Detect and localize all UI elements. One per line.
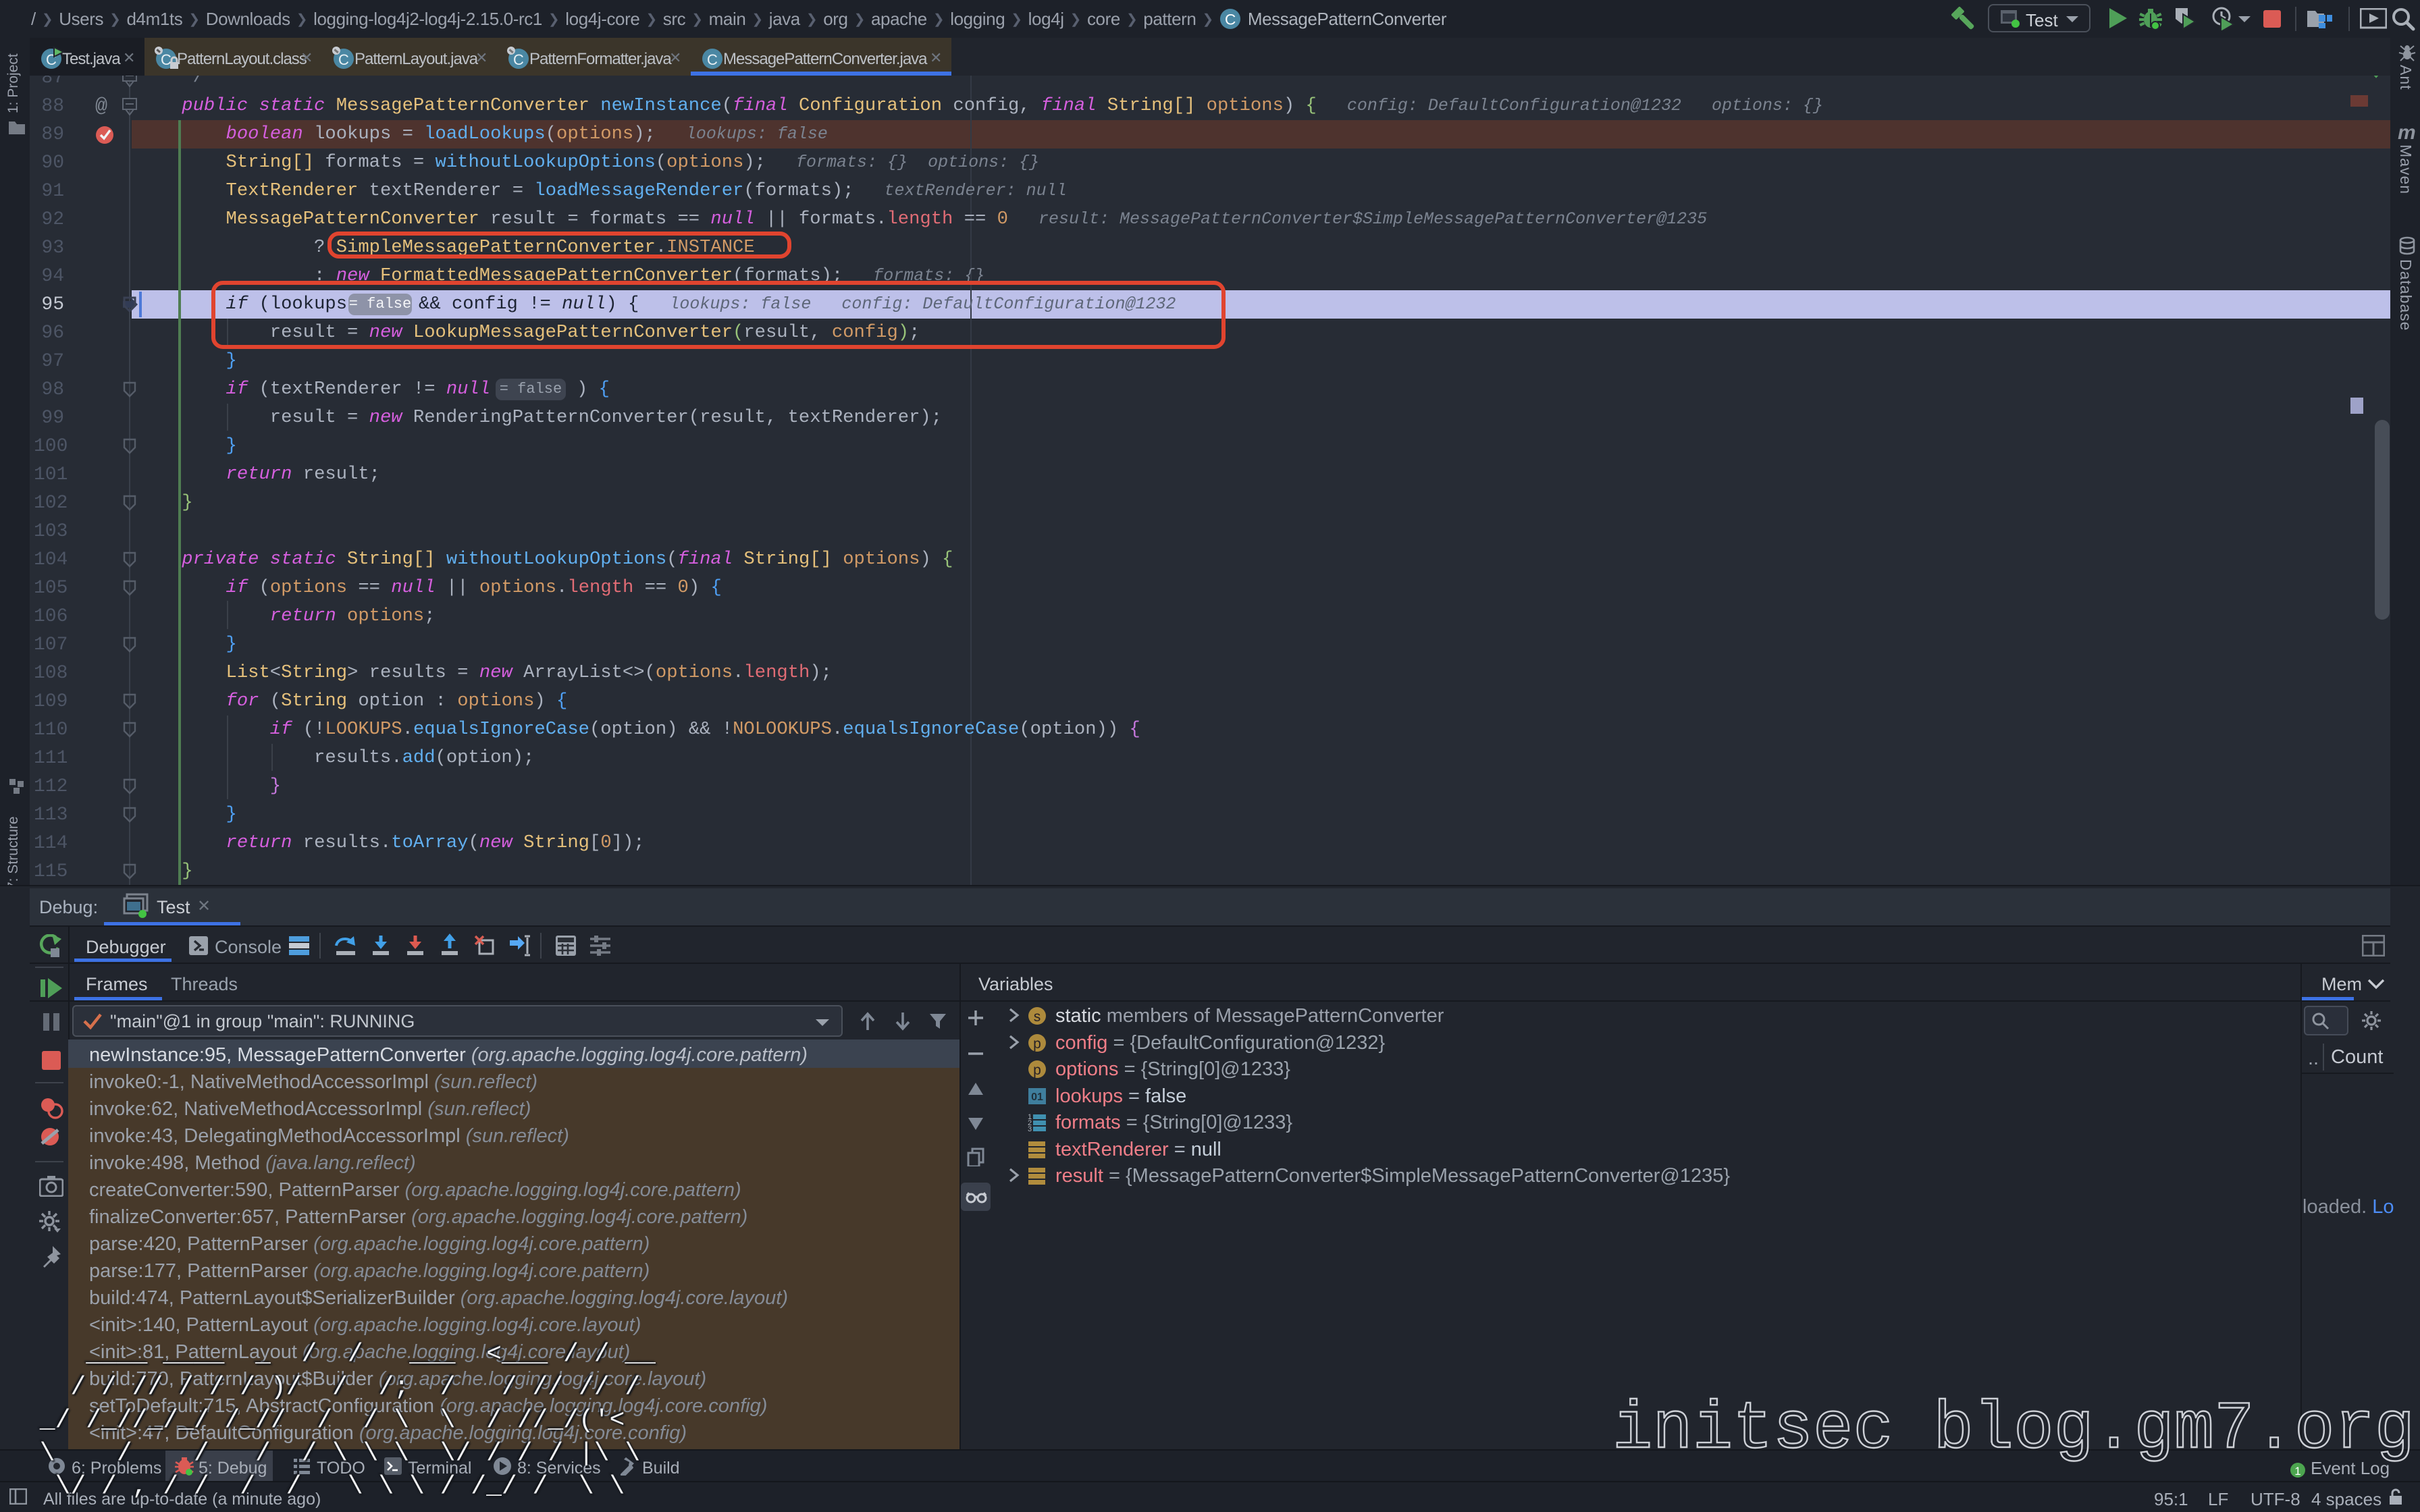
svg-text:C: C [513, 51, 524, 68]
svg-text:3: 3 [1028, 1125, 1032, 1133]
svg-text:C: C [161, 51, 172, 68]
svg-text:s: s [1034, 1009, 1041, 1025]
svg-text:C: C [707, 51, 718, 68]
svg-text:C: C [1225, 11, 1236, 28]
svg-text:p: p [1033, 1062, 1041, 1078]
svg-text:01: 01 [1031, 1091, 1043, 1103]
svg-text:p: p [1033, 1036, 1041, 1052]
svg-text:C: C [338, 51, 349, 68]
